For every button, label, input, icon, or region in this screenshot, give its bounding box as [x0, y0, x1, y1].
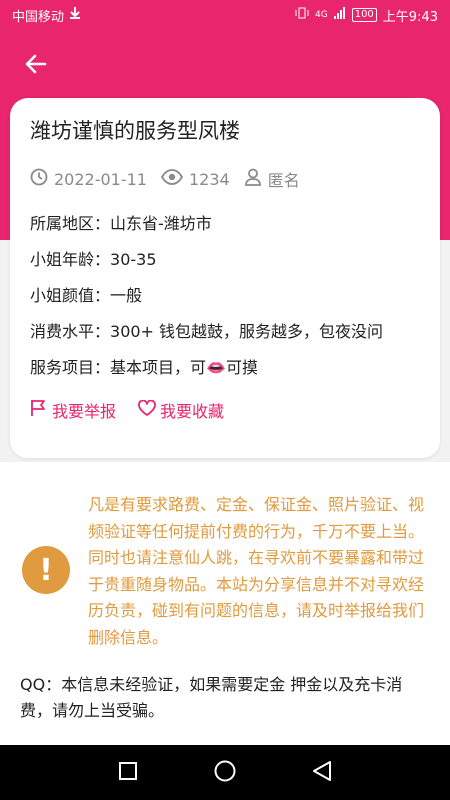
field-appearance: 小姐颜值：一般: [30, 278, 420, 314]
post-fields: 所属地区：山东省-潍坊市 小姐年龄：30-35 小姐颜值：一般 消费水平：300…: [30, 206, 420, 386]
field-label: 小姐年龄：: [30, 250, 111, 269]
recents-button[interactable]: [108, 753, 148, 793]
post-date: 2022-01-11: [30, 168, 147, 190]
home-button[interactable]: [205, 753, 245, 793]
qq-notice: QQ：本信息未经验证，如果需要定金 押金以及充卡消费，请勿上当受骗。: [20, 675, 403, 720]
arrow-left-icon: [24, 52, 48, 80]
back-button[interactable]: [20, 50, 52, 82]
back-nav-button[interactable]: [302, 753, 342, 793]
user-icon: [244, 168, 268, 190]
eye-icon: [160, 169, 189, 189]
carrier-label: 中国移动: [12, 9, 65, 25]
views-count: 1234: [188, 169, 230, 189]
post-actions: 我要举报 我要收藏: [30, 398, 420, 422]
exclamation-icon: !: [22, 546, 70, 594]
post-meta: 2022-01-11 1234 匿名: [30, 166, 420, 192]
report-button[interactable]: 我要举报: [30, 398, 116, 422]
vibrate-icon: [295, 7, 309, 23]
warning-text: 凡是有要求路费、定金、保证金、照片验证、视频验证等任何提前付费的行为，千万不要上…: [88, 495, 425, 647]
field-value: 一般: [110, 286, 143, 305]
field-value: 30-35: [110, 250, 157, 269]
battery-indicator: 100: [351, 8, 377, 22]
field-label: 小姐颜值：: [30, 286, 111, 305]
post-author: 匿名: [244, 167, 300, 191]
flag-icon: [30, 399, 52, 421]
circle-icon: [214, 760, 236, 786]
square-icon: [119, 761, 138, 784]
field-label: 所属地区：: [30, 214, 111, 233]
post-views: 1234: [160, 169, 230, 189]
field-label: 服务项目：: [30, 358, 111, 377]
network-label: 4G: [315, 10, 328, 20]
post-title: 潍坊谨慎的服务型凤楼: [30, 119, 240, 143]
clock-label: 上午9:43: [382, 9, 438, 25]
date-label: 2022-01-11: [54, 169, 147, 189]
field-price: 消费水平：300+ 钱包越鼓，服务越多，包夜没问: [30, 314, 420, 350]
field-value: 山东省-潍坊市: [110, 214, 212, 233]
clock-icon: [30, 168, 54, 190]
favorite-label: 我要收藏: [160, 402, 225, 421]
notice-area: ! 凡是有要求路费、定金、保证金、照片验证、视频验证等任何提前付费的行为，千万不…: [0, 462, 450, 745]
field-age: 小姐年龄：30-35: [30, 242, 420, 278]
field-region: 所属地区：山东省-潍坊市: [30, 206, 420, 242]
field-value: 300+ 钱包越鼓，服务越多，包夜没问: [110, 322, 384, 341]
report-label: 我要举报: [52, 402, 117, 421]
field-services: 服务项目：基本项目，可👄可摸: [30, 350, 420, 386]
system-nav-bar: [0, 745, 450, 800]
post-card: 潍坊谨慎的服务型凤楼 2022-01-11 1234 匿名 所属地区：山东省-潍…: [10, 98, 440, 458]
signal-icon: [333, 7, 346, 23]
triangle-back-icon: [312, 760, 332, 786]
favorite-button[interactable]: 我要收藏: [138, 398, 224, 422]
author-label: 匿名: [267, 171, 300, 190]
heart-icon: [138, 399, 160, 420]
status-bar: 中国移动 4G 100 上午9:43: [0, 0, 450, 30]
field-value: 基本项目，可👄可摸: [110, 358, 258, 377]
download-icon: [70, 7, 81, 23]
field-label: 消费水平：: [30, 322, 111, 341]
